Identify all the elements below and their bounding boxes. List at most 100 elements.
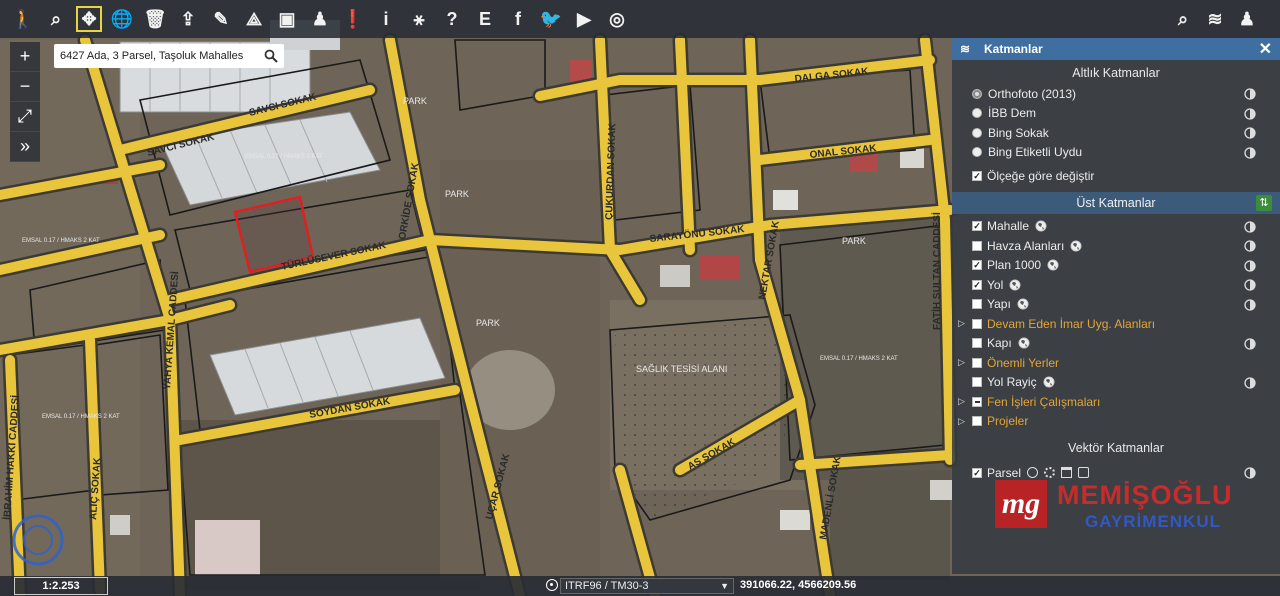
globe-icon[interactable]: [1035, 220, 1047, 232]
zoom-in-button[interactable]: +: [10, 42, 40, 72]
opacity-icon[interactable]: [1244, 298, 1256, 311]
expand-button[interactable]: »: [10, 132, 40, 162]
upper-layer-row[interactable]: ▷ Devam Eden İmar Uyg. Alanları: [952, 314, 1280, 334]
opacity-icon[interactable]: [1244, 376, 1256, 389]
globe-icon[interactable]: [1009, 279, 1021, 291]
layer-checkbox[interactable]: [972, 416, 982, 427]
base-layer-row[interactable]: Bing Etiketli Uydu: [952, 143, 1280, 163]
base-layer-radio[interactable]: [972, 88, 982, 99]
opacity-icon[interactable]: [1244, 220, 1256, 233]
layer-checkbox[interactable]: [972, 318, 982, 329]
search-icon[interactable]: [264, 49, 278, 63]
vector-checkbox[interactable]: ✓: [972, 467, 982, 478]
top-toolbar: 🚶 ⌕ ✥ 🌐 🗑 ⇪ ✎ ⟁ ▣ ♟ ❗ i ⚹? Ef 🐦 ▶ ◎ ⌕ ≋ ♟: [0, 0, 1280, 38]
base-layer-radio[interactable]: [972, 127, 982, 138]
zoom-out-button[interactable]: −: [10, 72, 40, 102]
image-icon[interactable]: ▣: [274, 6, 300, 32]
trash-icon[interactable]: [1061, 467, 1073, 479]
upper-layer-row[interactable]: ✓ Yol: [952, 275, 1280, 295]
pedestrian-icon[interactable]: 🚶: [10, 6, 36, 32]
globe-icon[interactable]: [1027, 467, 1039, 479]
gear-icon[interactable]: [1044, 467, 1056, 479]
opacity-icon[interactable]: [1244, 337, 1256, 350]
e-icon[interactable]: E: [472, 6, 498, 32]
globe-icon[interactable]: [1047, 259, 1059, 271]
share-icon[interactable]: ⇪: [175, 6, 201, 32]
expand-icon[interactable]: ▷: [958, 416, 965, 427]
upper-layer-row[interactable]: ✓ Mahalle: [952, 217, 1280, 237]
layer-checkbox[interactable]: ✓: [972, 260, 982, 271]
upper-layer-label: Mahalle: [987, 219, 1030, 234]
help-icon[interactable]: ?: [439, 6, 465, 32]
layer-checkbox[interactable]: [972, 338, 982, 349]
street-view-icon[interactable]: ♟: [307, 6, 333, 32]
globe-icon[interactable]: [1070, 240, 1082, 252]
base-layer-row[interactable]: Bing Sokak: [952, 123, 1280, 143]
youtube-icon[interactable]: ▶: [571, 6, 597, 32]
user-icon[interactable]: ♟: [1234, 6, 1260, 32]
zoom-icon[interactable]: ⌕: [43, 6, 69, 32]
layer-checkbox[interactable]: ✓: [972, 221, 982, 232]
measure-icon[interactable]: ⟁: [241, 6, 267, 32]
expand-icon[interactable]: ▷: [958, 396, 965, 407]
instagram-icon[interactable]: ◎: [604, 6, 630, 32]
base-layer-row[interactable]: İBB Dem: [952, 104, 1280, 124]
pencil-icon[interactable]: ✎: [208, 6, 234, 32]
base-layer-radio[interactable]: [972, 108, 982, 119]
opacity-icon[interactable]: [1244, 146, 1256, 159]
lock-icon[interactable]: [1078, 467, 1090, 479]
upper-layer-row[interactable]: Kapı: [952, 334, 1280, 354]
plan-note: EMSAL 0.17 / HMAKS 2 KAT: [22, 238, 100, 244]
scale-checkbox[interactable]: ✓: [972, 170, 982, 181]
scale-indicator: 1:2.253: [14, 577, 108, 595]
globe-icon[interactable]: [1017, 298, 1029, 310]
facebook-icon[interactable]: f: [505, 6, 531, 32]
comment-icon[interactable]: ❗: [340, 6, 366, 32]
upper-layer-row[interactable]: Havza Alanları: [952, 236, 1280, 256]
opacity-icon[interactable]: [1244, 88, 1256, 100]
network-icon[interactable]: ⚹: [406, 6, 432, 32]
opacity-icon[interactable]: [1244, 467, 1256, 479]
opacity-icon[interactable]: [1244, 279, 1256, 291]
vector-layers-title: Vektör Katmanlar: [1068, 441, 1164, 455]
sort-icon[interactable]: ⇅: [1256, 194, 1272, 211]
crs-select[interactable]: ITRF96 / TM30-3 ▼: [560, 578, 734, 594]
layer-checkbox[interactable]: [972, 240, 982, 251]
opacity-icon[interactable]: [1244, 107, 1256, 120]
layers-tool-icon[interactable]: ≋: [1202, 6, 1228, 32]
info-icon[interactable]: i: [373, 6, 399, 32]
trash-icon[interactable]: 🗑: [142, 6, 168, 32]
layer-checkbox[interactable]: [972, 299, 982, 310]
locate-icon[interactable]: [546, 579, 558, 591]
upper-layer-row[interactable]: ✓ Plan 1000: [952, 256, 1280, 276]
scale-toggle-row[interactable]: ✓ Ölçeğe göre değiştir: [952, 166, 1280, 186]
layer-checkbox[interactable]: ✓: [972, 279, 982, 290]
expand-icon[interactable]: ▷: [958, 357, 965, 368]
layer-checkbox[interactable]: [972, 377, 982, 388]
layer-checkbox[interactable]: [972, 396, 982, 407]
globe-icon[interactable]: [1018, 337, 1030, 349]
base-layer-radio[interactable]: [972, 147, 982, 158]
pan-icon[interactable]: ✥: [76, 6, 102, 32]
globe-icon[interactable]: 🌐: [109, 6, 135, 32]
twitter-icon[interactable]: 🐦: [538, 6, 564, 32]
upper-layer-row[interactable]: ▷ Önemli Yerler: [952, 353, 1280, 373]
upper-layer-row[interactable]: ▷ Fen İşleri Çalışmaları: [952, 392, 1280, 412]
close-icon[interactable]: ✕: [1259, 39, 1272, 59]
upper-layer-row[interactable]: Yol Rayiç: [952, 373, 1280, 393]
opacity-icon[interactable]: [1244, 259, 1256, 272]
expand-icon[interactable]: ▷: [958, 318, 965, 329]
upper-layer-row[interactable]: ▷ Projeler: [952, 412, 1280, 432]
opacity-icon[interactable]: [1244, 127, 1256, 139]
area-label: PARK: [403, 96, 427, 106]
area-label: PARK: [476, 318, 500, 328]
layer-checkbox[interactable]: [972, 357, 982, 368]
search-input[interactable]: [60, 50, 256, 62]
base-layer-row[interactable]: Orthofoto (2013): [952, 84, 1280, 104]
search-tool-icon[interactable]: ⌕: [1170, 6, 1196, 32]
area-label: PARK: [842, 236, 866, 246]
globe-icon[interactable]: [1043, 376, 1055, 388]
fullscreen-button[interactable]: ⤢: [10, 102, 40, 132]
opacity-icon[interactable]: [1244, 240, 1256, 252]
upper-layer-row[interactable]: Yapı: [952, 295, 1280, 315]
